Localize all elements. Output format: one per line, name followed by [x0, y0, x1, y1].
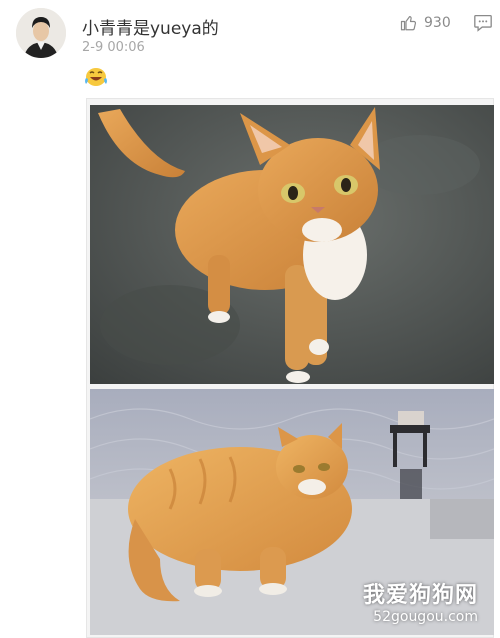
watermark: 我爱狗狗网 52gougou.com — [363, 577, 478, 625]
like-button[interactable]: 930 — [400, 14, 451, 32]
comment-button[interactable] — [473, 14, 493, 36]
photo-kitten[interactable] — [90, 105, 494, 384]
like-count: 930 — [424, 15, 451, 31]
post-timestamp: 2-9 00:06 — [82, 40, 145, 55]
avatar[interactable] — [16, 8, 66, 58]
watermark-title: 我爱狗狗网 — [362, 583, 478, 608]
laughing-face-emoji — [84, 66, 108, 92]
username[interactable]: 小青青是yueya的 — [82, 14, 219, 39]
avatar-image — [16, 8, 66, 58]
comment-icon — [474, 14, 492, 32]
watermark-url: 52gougou.com — [373, 609, 478, 625]
thumbs-up-icon — [400, 16, 417, 31]
